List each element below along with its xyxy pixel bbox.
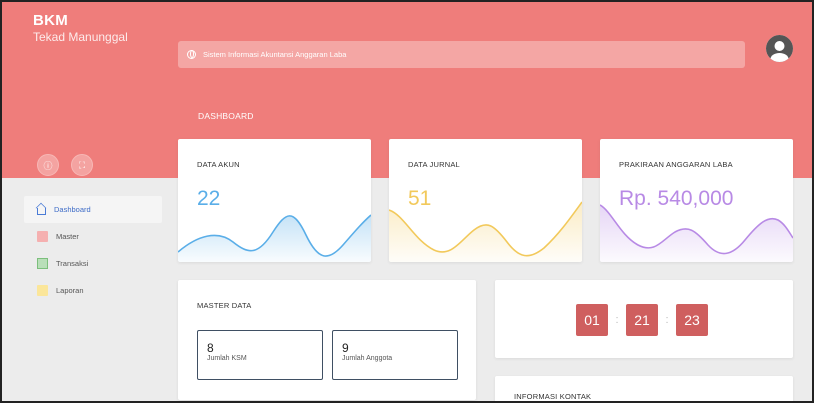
system-title: Sistem Informasi Akuntansi Anggaran Laba: [203, 50, 347, 59]
jumlah-anggota-label: Jumlah Anggota: [342, 355, 393, 362]
fullscreen-icon: ⛶: [78, 159, 86, 170]
home-icon: [37, 207, 46, 215]
sidebar-item-dashboard[interactable]: Dashboard: [24, 196, 162, 223]
stat-card-data-jurnal[interactable]: DATA JURNAL 51: [389, 139, 582, 262]
master-data-title: MASTER DATA: [197, 301, 252, 310]
clock-separator: :: [615, 314, 619, 326]
clock-seconds: 23: [676, 304, 708, 336]
stat-card-data-akun[interactable]: DATA AKUN 22: [178, 139, 371, 262]
jumlah-ksm-box[interactable]: 8 Jumlah KSM: [197, 330, 323, 380]
transaction-icon: [37, 258, 48, 269]
clock-hours: 01: [576, 304, 608, 336]
system-title-bar: Sistem Informasi Akuntansi Anggaran Laba: [178, 41, 745, 68]
globe-icon: [187, 49, 196, 59]
info-icon: ⓘ: [43, 160, 53, 171]
brand[interactable]: BKM Tekad Manunggal: [33, 12, 128, 44]
sidebar-item-transaksi[interactable]: Transaksi: [24, 250, 162, 277]
master-icon: [37, 231, 48, 242]
fullscreen-button[interactable]: ⛶: [71, 154, 93, 176]
sparkline-chart: [178, 214, 371, 262]
stat-card-title: PRAKIRAAN ANGGARAN LABA: [619, 160, 733, 169]
jumlah-anggota-box[interactable]: 9 Jumlah Anggota: [332, 330, 458, 380]
brand-title: BKM: [33, 12, 69, 29]
sparkline-chart: [389, 201, 582, 262]
user-avatar[interactable]: [766, 35, 793, 62]
stat-card-prakiraan-anggaran[interactable]: PRAKIRAAN ANGGARAN LABA Rp. 540,000: [600, 139, 793, 262]
sidebar-item-laporan[interactable]: Laporan: [24, 277, 162, 304]
clock-minutes: 21: [626, 304, 658, 336]
sidebar-menu: Dashboard Master Transaksi Laporan: [24, 196, 162, 304]
sparkline-chart: [600, 204, 793, 262]
jumlah-anggota-value: 9: [342, 341, 349, 355]
clock-separator: :: [665, 314, 669, 326]
sidebar-item-label: Transaksi: [56, 259, 89, 268]
contact-info-title: INFORMASI KONTAK: [514, 392, 592, 401]
sidebar-item-label: Master: [56, 232, 79, 241]
master-data-card: MASTER DATA 8 Jumlah KSM 9 Jumlah Anggot…: [178, 280, 476, 400]
jumlah-ksm-label: Jumlah KSM: [207, 355, 247, 362]
info-button[interactable]: ⓘ: [37, 154, 59, 176]
brand-subtitle: Tekad Manunggal: [33, 30, 128, 44]
contact-info-card: INFORMASI KONTAK: [495, 376, 793, 401]
stat-card-title: DATA JURNAL: [408, 160, 460, 169]
sidebar-item-label: Dashboard: [54, 205, 91, 214]
app-frame: BKM Tekad Manunggal Sistem Informasi Aku…: [0, 0, 814, 403]
sidebar-item-label: Laporan: [56, 286, 84, 295]
stat-card-title: DATA AKUN: [197, 160, 240, 169]
page-title: DASHBOARD: [198, 111, 254, 121]
sidebar-item-master[interactable]: Master: [24, 223, 162, 250]
clock-card: 01 : 21 : 23: [495, 280, 793, 358]
folder-icon: [37, 285, 48, 296]
avatar-icon: [766, 35, 793, 62]
jumlah-ksm-value: 8: [207, 341, 214, 355]
digital-clock: 01 : 21 : 23: [576, 304, 708, 336]
